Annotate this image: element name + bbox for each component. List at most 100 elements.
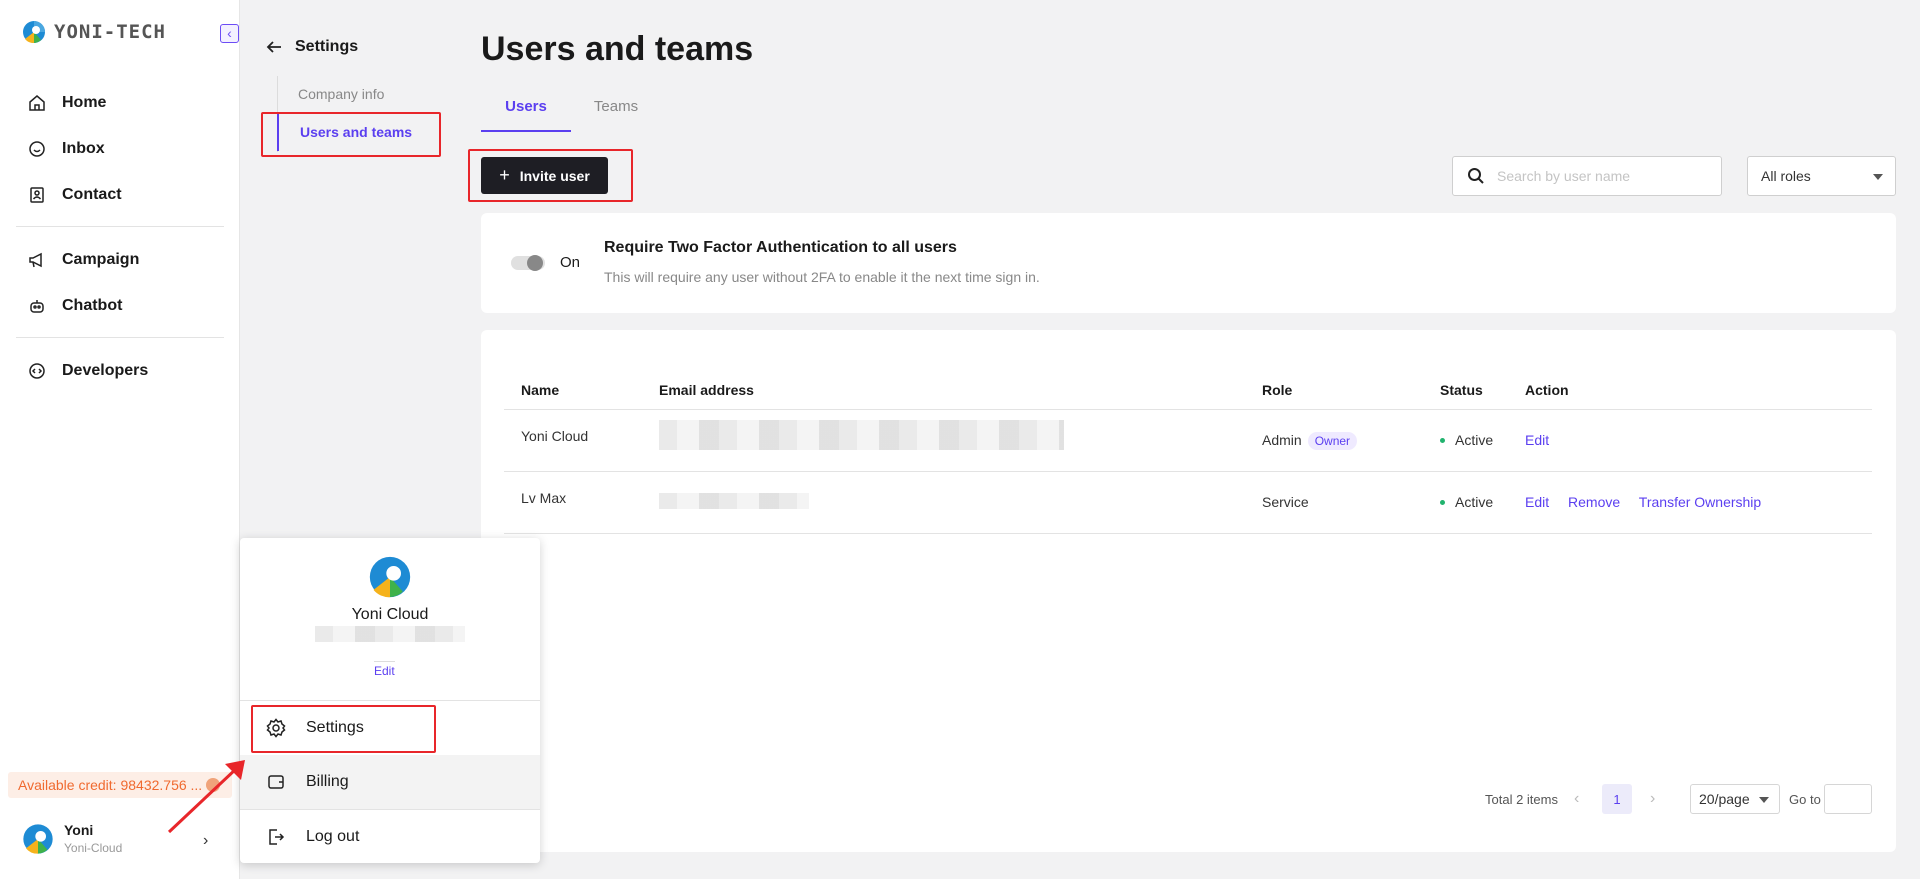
nav-divider: [16, 226, 224, 227]
gear-icon: [266, 718, 286, 738]
nav-label: Chatbot: [62, 297, 123, 314]
action-cell: Edit Remove Transfer Ownership: [1525, 494, 1776, 510]
nav-item-developers[interactable]: Developers: [16, 348, 224, 394]
search-icon: [1468, 168, 1484, 184]
column-header: Name: [521, 382, 560, 398]
nav-label: Campaign: [62, 251, 140, 268]
page-number-button[interactable]: 1: [1602, 784, 1632, 814]
role-filter-value: All roles: [1761, 168, 1811, 184]
arrow-left-icon: [266, 41, 281, 53]
column-header: Email address: [659, 382, 754, 398]
settings-item-users-and-teams[interactable]: Users and teams: [277, 113, 457, 151]
menu-item-settings[interactable]: Settings: [240, 701, 540, 755]
remove-link[interactable]: Remove: [1568, 494, 1620, 510]
nav-item-home[interactable]: Home: [16, 80, 224, 126]
edit-link[interactable]: Edit: [1525, 494, 1549, 510]
user-name-cell: Yoni Cloud: [521, 428, 589, 444]
user-name-cell: Lv Max: [521, 490, 567, 506]
user-name: Yoni: [64, 822, 94, 838]
popup-user-name: Yoni Cloud: [351, 606, 429, 623]
edit-profile-link[interactable]: Edit: [374, 661, 395, 678]
invite-user-label: Invite user: [519, 167, 590, 184]
user-org: Yoni-Cloud: [64, 841, 123, 855]
tab-users[interactable]: Users: [481, 92, 571, 132]
menu-item-logout[interactable]: Log out: [240, 810, 540, 864]
contact-icon: [28, 186, 46, 204]
status-cell: Active: [1440, 494, 1493, 510]
column-header: Role: [1262, 382, 1293, 398]
email-redacted: [659, 493, 809, 512]
code-icon: [28, 362, 46, 380]
role-cell: Admin Owner: [1262, 432, 1358, 450]
edit-link[interactable]: Edit: [1525, 432, 1549, 448]
caret-down-icon: [1759, 797, 1769, 803]
page-title: Users and teams: [481, 30, 754, 68]
plus-icon: +: [499, 165, 510, 185]
logout-icon: [269, 829, 285, 845]
two-factor-toggle[interactable]: [511, 255, 545, 271]
menu-item-label: Billing: [306, 773, 349, 790]
status-dot: [1440, 500, 1445, 505]
goto-label: Go to: [1789, 791, 1821, 807]
nav-item-chatbot[interactable]: Chatbot: [16, 283, 224, 329]
chat-icon: [28, 140, 46, 158]
table-row: Lv Max Service Active Edit Remove Transf…: [504, 472, 1872, 534]
user-profile-trigger[interactable]: Yoni Yoni-Cloud: [22, 822, 122, 855]
transfer-ownership-link[interactable]: Transfer Ownership: [1639, 494, 1761, 510]
nav-item-campaign[interactable]: Campaign: [16, 237, 224, 283]
settings-title: Settings: [295, 38, 359, 55]
users-table-card: Name Email address Role Status Action Yo…: [481, 330, 1896, 852]
menu-item-label: Settings: [306, 719, 364, 736]
sidebar: YONI-TECH ‹ Home Inbox Contact Campaign …: [0, 0, 240, 879]
role-filter-select[interactable]: All roles: [1747, 156, 1896, 196]
settings-back-button[interactable]: Settings: [265, 38, 358, 56]
main-nav: Home Inbox Contact Campaign Chatbot Deve…: [16, 80, 224, 394]
settings-item-company-info[interactable]: Company info: [277, 75, 457, 113]
invite-user-button[interactable]: + Invite user: [481, 157, 608, 194]
nav-item-inbox[interactable]: Inbox: [16, 126, 224, 172]
two-factor-description: This will require any user without 2FA t…: [604, 269, 1040, 285]
tabs: Users Teams: [481, 92, 661, 132]
prev-page-button[interactable]: ‹: [1574, 784, 1579, 814]
two-factor-title: Require Two Factor Authentication to all…: [604, 239, 957, 256]
annotation-arrow: [167, 760, 245, 834]
email-redacted: [659, 420, 1064, 453]
table-row: Yoni Cloud Admin Owner Active Edit: [504, 410, 1872, 472]
email-redacted: [315, 626, 465, 642]
avatar: [23, 823, 53, 854]
avatar: [369, 556, 411, 598]
two-factor-card: On Require Two Factor Authentication to …: [481, 213, 1896, 313]
caret-down-icon: [1873, 174, 1883, 180]
table-header: Name Email address Role Status Action: [504, 368, 1872, 410]
search-box: [1452, 156, 1722, 196]
status-text: Active: [1455, 432, 1494, 448]
column-header: Action: [1525, 382, 1569, 398]
nav-item-contact[interactable]: Contact: [16, 172, 224, 218]
tab-teams[interactable]: Teams: [571, 92, 661, 132]
nav-label: Home: [62, 94, 107, 111]
nav-label: Developers: [62, 362, 149, 379]
menu-item-billing[interactable]: Billing: [240, 755, 540, 809]
page-size-value: 20/page: [1699, 791, 1750, 807]
nav-label: Inbox: [62, 140, 105, 157]
owner-badge: Owner: [1307, 432, 1358, 450]
profile-popup: Yoni Cloud Edit Settings Billing Log out: [240, 538, 540, 863]
toggle-label: On: [560, 254, 581, 271]
search-input[interactable]: [1497, 168, 1707, 184]
next-page-button[interactable]: ›: [1650, 784, 1655, 814]
robot-icon: [28, 297, 46, 315]
nav-divider: [16, 337, 224, 338]
pagination-total: Total 2 items: [1485, 791, 1558, 807]
toggle-knob: [527, 255, 543, 271]
column-header: Status: [1440, 382, 1483, 398]
chevron-left-icon: ‹: [227, 25, 232, 41]
logo-icon: [23, 21, 45, 44]
status-text: Active: [1455, 494, 1494, 510]
status-cell: Active: [1440, 432, 1493, 448]
collapse-sidebar-button[interactable]: ‹: [220, 24, 239, 43]
brand-logo[interactable]: YONI-TECH: [22, 20, 166, 44]
goto-page-input[interactable]: [1824, 784, 1872, 814]
wallet-icon: [268, 775, 284, 789]
page-size-select[interactable]: 20/page: [1690, 784, 1780, 814]
action-cell: Edit: [1525, 432, 1564, 448]
